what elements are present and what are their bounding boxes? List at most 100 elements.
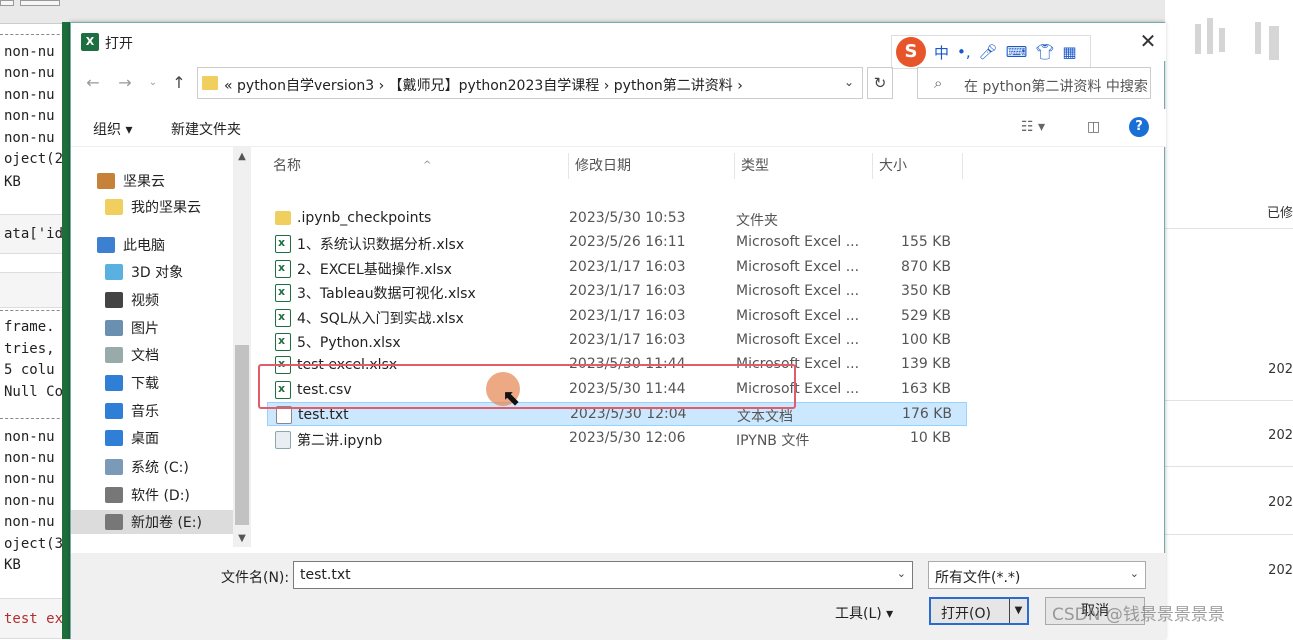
excel-window-edge — [62, 22, 70, 639]
file-row[interactable]: 5、Python.xlsx 2023/1/17 16:03 Microsoft Ex… — [267, 329, 967, 353]
file-row[interactable]: 4、SQL从入门到实战.xlsx 2023/1/17 16:03 Microsoft… — [267, 305, 967, 329]
background-code-line: non-nu — [4, 471, 55, 487]
scroll-thumb[interactable] — [235, 345, 249, 525]
year-cell: 202 — [1268, 495, 1293, 510]
column-header-size[interactable]: 大小 — [873, 153, 963, 179]
folder-file-icon — [275, 211, 291, 225]
background-code-line: KB — [4, 174, 21, 190]
mic-icon[interactable]: 🎤︎ — [979, 43, 998, 61]
view-options-icon[interactable]: ☷ ▾ — [1021, 119, 1045, 135]
refresh-button[interactable]: ↻ — [867, 67, 893, 99]
drive-d-icon — [105, 487, 123, 503]
nav-item[interactable]: 此电脑 — [97, 233, 165, 257]
pictures-icon — [105, 320, 123, 336]
drive-e-icon — [105, 514, 123, 530]
chevron-down-icon[interactable]: ⌄ — [844, 75, 854, 89]
tools-menu[interactable]: 工具(L) ▾ — [835, 603, 893, 623]
nav-item-label: 系统 (C:) — [131, 460, 189, 476]
up-arrow-icon[interactable]: ↑ — [169, 73, 189, 92]
year-cell: 202 — [1268, 428, 1293, 443]
background-code-line: non-nu — [4, 108, 55, 124]
file-size: 100 KB — [901, 332, 951, 348]
video-icon — [105, 292, 123, 308]
file-row[interactable]: .ipynb_checkpoints 2023/5/30 10:53 文件夹 — [267, 207, 967, 231]
nav-item[interactable]: 3D 对象 — [105, 260, 183, 284]
file-row[interactable]: 3、Tableau数据可视化.xlsx 2023/1/17 16:03 Micros… — [267, 280, 967, 304]
nav-scrollbar[interactable]: ▲ ▼ — [233, 147, 251, 547]
nut-icon — [97, 173, 115, 189]
file-name: test.txt — [298, 407, 349, 424]
scroll-down-icon[interactable]: ▼ — [233, 533, 251, 544]
background-code-line: oject(3 — [4, 536, 64, 552]
nav-item-label: 新加卷 (E:) — [131, 515, 202, 531]
folder-icon — [105, 199, 123, 215]
column-header-type[interactable]: 类型 — [735, 153, 873, 179]
nav-item[interactable]: 坚果云 — [97, 169, 165, 193]
nav-item[interactable]: 软件 (D:) — [105, 483, 190, 507]
chevron-down-icon[interactable]: ⌄ — [1130, 567, 1139, 580]
nav-item[interactable]: 图片 — [105, 316, 159, 340]
xlsx-file-icon — [275, 308, 291, 327]
recent-chevron-icon[interactable]: ⌄ — [143, 77, 163, 88]
file-type: Microsoft Excel ... — [736, 258, 860, 275]
background-code-line: KB — [4, 557, 21, 573]
nav-item[interactable]: 桌面 — [105, 426, 159, 450]
file-size: 529 KB — [901, 307, 951, 324]
scroll-up-icon[interactable]: ▲ — [233, 151, 251, 162]
search-input[interactable]: ⌕ 在 python第二讲资料 中搜索 — [917, 67, 1151, 99]
command-bar: 组织 ▾ 新建文件夹 ☷ ▾ ◫ ? — [71, 109, 1166, 147]
nav-item-label: 视频 — [131, 293, 159, 309]
nav-item[interactable]: 下载 — [105, 371, 159, 395]
background-code-line: ata['id — [4, 226, 64, 242]
file-type-select[interactable]: 所有文件(*.*) ⌄ — [928, 561, 1146, 589]
file-date: 2023/1/17 16:03 — [569, 283, 686, 300]
address-bar[interactable]: « python自学version3 › 【戴师兄】python2023自学课程… — [197, 67, 863, 99]
xlsx-file-icon — [275, 333, 291, 351]
file-row[interactable]: 第二讲.ipynb 2023/5/30 12:06 IPYNB 文件 10 KB — [267, 427, 967, 451]
file-size: 163 KB — [901, 380, 951, 397]
ipynb-file-icon — [275, 430, 291, 449]
organize-button[interactable]: 组织 ▾ — [93, 119, 132, 139]
nav-item[interactable]: 我的坚果云 — [105, 195, 201, 219]
file-date: 2023/1/17 16:03 — [569, 332, 686, 348]
column-header-name[interactable]: 名称 ^ — [267, 153, 569, 179]
column-header-date[interactable]: 修改日期 — [569, 153, 735, 179]
skin-icon[interactable]: 👕︎ — [1035, 43, 1054, 61]
file-row[interactable]: 2、EXCEL基础操作.xlsx 2023/1/17 16:03 Microsoft… — [267, 256, 967, 280]
chevron-down-icon[interactable]: ⌄ — [897, 567, 906, 580]
3d-objects-icon — [105, 264, 123, 280]
back-arrow-icon[interactable]: ← — [83, 73, 103, 92]
help-icon[interactable]: ? — [1129, 117, 1149, 137]
file-type: Microsoft Excel ... — [736, 332, 860, 348]
background-code-line: Null Co — [4, 384, 64, 400]
file-type: 文件夹 — [736, 213, 778, 229]
nav-item[interactable]: 音乐 — [105, 399, 159, 423]
search-icon: ⌕ — [934, 74, 943, 92]
file-size: 350 KB — [901, 283, 951, 300]
open-button[interactable]: 打开(O) ▼ — [929, 597, 1029, 625]
nav-item[interactable]: 文档 — [105, 343, 159, 367]
background-code-line: non-nu — [4, 429, 55, 445]
file-row[interactable]: 1、系统认识数据分析.xlsx 2023/5/26 16:11 Microsoft … — [267, 231, 967, 255]
grid-icon[interactable]: ▦ — [1062, 43, 1076, 61]
nav-item[interactable]: 系统 (C:) — [105, 455, 189, 479]
nav-item[interactable]: 新加卷 (E:) — [71, 510, 233, 534]
new-folder-button[interactable]: 新建文件夹 — [171, 119, 241, 139]
file-type: Microsoft Excel ... — [736, 307, 860, 324]
background-code-line: non-nu — [4, 87, 55, 103]
ime-lang-toggle[interactable]: 中 — [934, 42, 949, 63]
open-split-dropdown-icon[interactable]: ▼ — [1009, 599, 1027, 623]
forward-arrow-icon[interactable]: → — [115, 73, 135, 92]
background-right-panel: 已修 202 202 202 202 — [1165, 0, 1293, 639]
close-button[interactable]: ✕ — [1136, 29, 1160, 53]
ime-punct-toggle[interactable]: •, — [957, 43, 971, 61]
preview-pane-icon[interactable]: ◫ — [1087, 119, 1100, 135]
breadcrumb[interactable]: « python自学version3 › 【戴师兄】python2023自学课程… — [224, 75, 743, 95]
xlsx-file-icon — [275, 259, 291, 278]
file-type-value: 所有文件(*.*) — [935, 570, 1021, 586]
nav-item-label: 软件 (D:) — [131, 488, 190, 504]
file-name-cell: 3、Tableau数据可视化.xlsx — [275, 283, 476, 303]
filename-field[interactable]: test.txt ⌄ — [293, 561, 913, 589]
nav-item[interactable]: 视频 — [105, 288, 159, 312]
keyboard-icon[interactable]: ⌨ — [1006, 43, 1028, 61]
